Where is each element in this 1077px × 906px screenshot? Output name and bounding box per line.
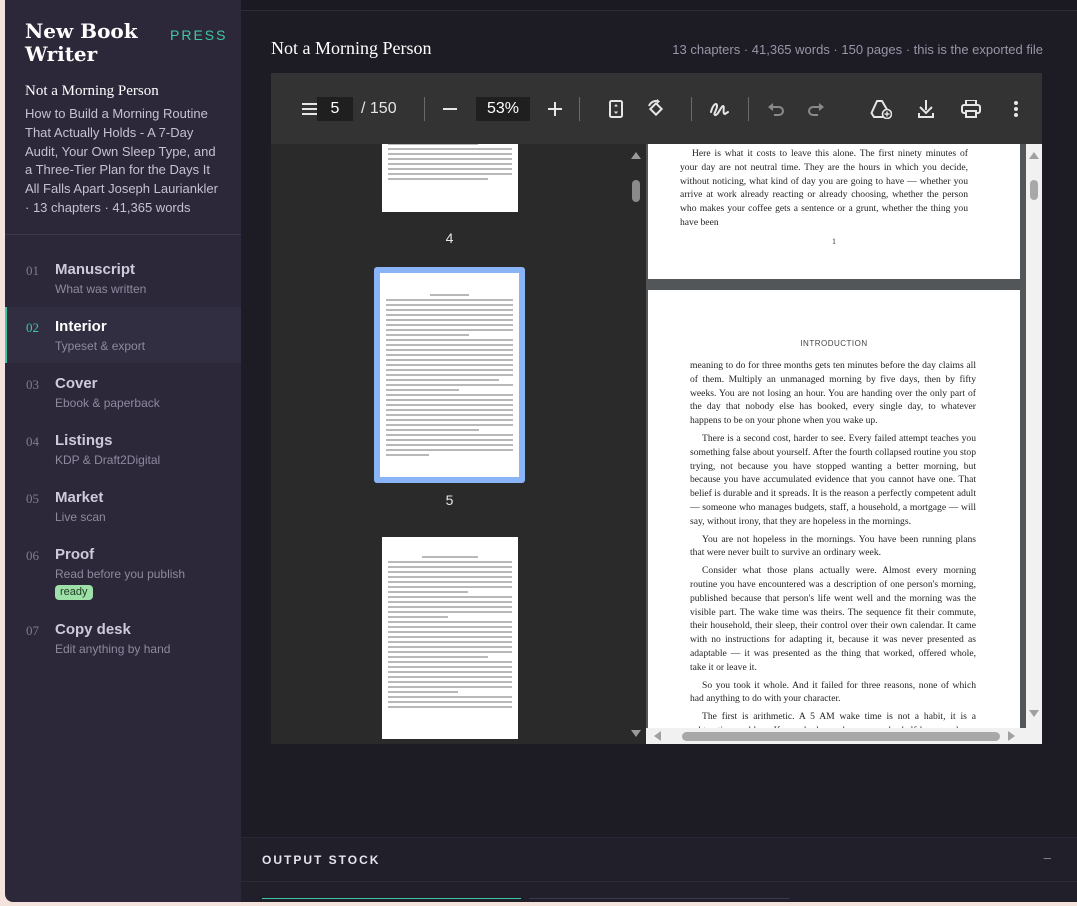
horizontal-scrollbar[interactable] bbox=[646, 728, 1042, 744]
thumbnail-page-6[interactable] bbox=[382, 537, 518, 739]
more-icon[interactable] bbox=[1005, 73, 1027, 144]
nav-description: Live scan bbox=[55, 510, 106, 524]
nav-description: KDP & Draft2Digital bbox=[55, 453, 161, 467]
rotate-icon[interactable] bbox=[644, 73, 668, 144]
brand-press-label: PRESS bbox=[170, 27, 228, 43]
nav-description: Read before you publish bbox=[55, 567, 186, 581]
sidebar-item-listings[interactable]: 04 Listings KDP & Draft2Digital bbox=[5, 421, 241, 477]
nav-description: Edit anything by hand bbox=[55, 642, 171, 656]
scroll-down-arrow-icon[interactable] bbox=[631, 730, 641, 737]
sidebar-item-manuscript[interactable]: 01 Manuscript What was written bbox=[5, 250, 241, 306]
nav-description: Ebook & paperback bbox=[55, 396, 160, 410]
pdf-page-2: INTRODUCTION meaning to do for three mon… bbox=[648, 290, 1020, 728]
download-icon[interactable] bbox=[915, 73, 937, 144]
scroll-up-arrow-icon[interactable] bbox=[631, 152, 641, 159]
nav-label: Interior bbox=[55, 318, 107, 335]
nav-label: Copy desk bbox=[55, 621, 131, 638]
page-paragraph: meaning to do for three months gets ten … bbox=[690, 360, 976, 427]
nav-label: Listings bbox=[55, 432, 113, 449]
book-subtitle: How to Build a Morning Routine That Actu… bbox=[25, 106, 218, 215]
zoom-in-icon[interactable] bbox=[544, 73, 566, 144]
print-icon[interactable] bbox=[959, 73, 983, 144]
sidebar-divider bbox=[5, 234, 241, 235]
page-number: 1 bbox=[832, 237, 836, 246]
page-paragraph: You are not hopeless in the mornings. Yo… bbox=[690, 533, 976, 559]
output-stock-panel: OUTPUT STOCK – bbox=[241, 838, 1077, 902]
nav-number: 02 bbox=[26, 320, 39, 335]
sidebar-item-cover[interactable]: 03 Cover Ebook & paperback bbox=[5, 364, 241, 420]
sidebar: New Book Writer PRESS Not a Morning Pers… bbox=[5, 0, 241, 902]
book-title: Not a Morning Person bbox=[25, 83, 159, 99]
page-number-input[interactable]: 5 bbox=[317, 97, 353, 121]
thumbnail-panel[interactable]: 4 5 bbox=[271, 144, 628, 744]
scroll-up-arrow-icon[interactable] bbox=[1029, 152, 1039, 159]
page-header: INTRODUCTION bbox=[800, 339, 868, 348]
page-paragraph: Here is what it costs to leave this alon… bbox=[680, 148, 968, 228]
nav-description: What was written bbox=[55, 282, 147, 296]
page-paragraph: So you took it whole. And it failed for … bbox=[690, 679, 976, 705]
output-stock-title: OUTPUT STOCK bbox=[262, 853, 381, 867]
redo-icon[interactable] bbox=[805, 73, 827, 144]
sidebar-item-copy-desk[interactable]: 07 Copy desk Edit anything by hand bbox=[5, 610, 241, 666]
sidebar-item-interior[interactable]: 02 Interior Typeset & export bbox=[5, 307, 241, 363]
nav-number: 01 bbox=[26, 263, 39, 278]
nav-number: 04 bbox=[26, 434, 39, 449]
toolbar-divider bbox=[579, 97, 580, 121]
pdf-toolbar: 5 / 150 53% bbox=[271, 73, 1042, 144]
nav-label: Market bbox=[55, 489, 104, 506]
status-badge: ready bbox=[55, 585, 93, 600]
output-option-card[interactable] bbox=[262, 898, 521, 902]
nav-label: Cover bbox=[55, 375, 98, 392]
collapse-toggle[interactable]: – bbox=[1044, 850, 1051, 865]
thumbnail-scrollbar[interactable] bbox=[628, 144, 646, 744]
page-total-label: / 150 bbox=[361, 100, 397, 117]
page-scrollbar[interactable] bbox=[1026, 144, 1042, 728]
sidebar-item-proof[interactable]: 06 Proof Read before you publish ready bbox=[5, 535, 241, 605]
brand-logo[interactable]: New Book Writer bbox=[25, 20, 155, 66]
nav-number: 05 bbox=[26, 491, 39, 506]
output-option-card[interactable] bbox=[529, 898, 789, 902]
toolbar-divider bbox=[748, 97, 749, 121]
scrollbar-thumb[interactable] bbox=[682, 732, 1000, 741]
pdf-page-1: Here is what it costs to leave this alon… bbox=[648, 144, 1020, 279]
add-to-drive-icon[interactable] bbox=[869, 73, 893, 144]
page-title: Not a Morning Person bbox=[271, 38, 432, 58]
fit-page-icon[interactable] bbox=[605, 73, 627, 144]
nav-label: Manuscript bbox=[55, 261, 136, 278]
zoom-input[interactable]: 53% bbox=[476, 97, 530, 121]
thumbnail-page-5[interactable] bbox=[380, 273, 519, 477]
scroll-left-arrow-icon[interactable] bbox=[654, 731, 661, 741]
nav-number: 06 bbox=[26, 548, 39, 563]
zoom-out-icon[interactable] bbox=[439, 73, 461, 144]
undo-icon[interactable] bbox=[765, 73, 787, 144]
nav-number: 03 bbox=[26, 377, 39, 392]
page-view[interactable]: Here is what it costs to leave this alon… bbox=[646, 144, 1026, 728]
thumbnail-label: 4 bbox=[445, 230, 454, 246]
thumbnail-page-4[interactable] bbox=[382, 144, 518, 212]
toolbar-divider bbox=[424, 97, 425, 121]
nav-description: Typeset & export bbox=[55, 339, 146, 353]
thumbnail-label: 5 bbox=[445, 492, 454, 508]
page-paragraph: There is a second cost, harder to see. E… bbox=[690, 432, 976, 527]
top-bar bbox=[241, 0, 1077, 11]
page-paragraph: Consider what those plans actually were.… bbox=[690, 565, 976, 673]
sidebar-item-market[interactable]: 05 Market Live scan bbox=[5, 478, 241, 534]
pdf-viewer: 5 / 150 53% 4 5 Here is what it costs to… bbox=[271, 73, 1042, 744]
nav-label: Proof bbox=[55, 546, 95, 563]
scrollbar-thumb[interactable] bbox=[1030, 180, 1038, 200]
document-meta: 13 chapters · 41,365 words · 150 pages ·… bbox=[672, 42, 1043, 57]
scroll-down-arrow-icon[interactable] bbox=[1029, 710, 1039, 717]
output-divider bbox=[241, 881, 1077, 882]
toolbar-divider bbox=[691, 97, 692, 121]
nav-number: 07 bbox=[26, 623, 39, 638]
page-paragraph: The first is arithmetic. A 5 AM wake tim… bbox=[690, 711, 976, 728]
scroll-right-arrow-icon[interactable] bbox=[1008, 731, 1015, 741]
draw-icon[interactable] bbox=[707, 73, 731, 144]
scrollbar-thumb[interactable] bbox=[632, 180, 640, 202]
main-panel: Not a Morning Person 13 chapters · 41,36… bbox=[241, 0, 1077, 902]
